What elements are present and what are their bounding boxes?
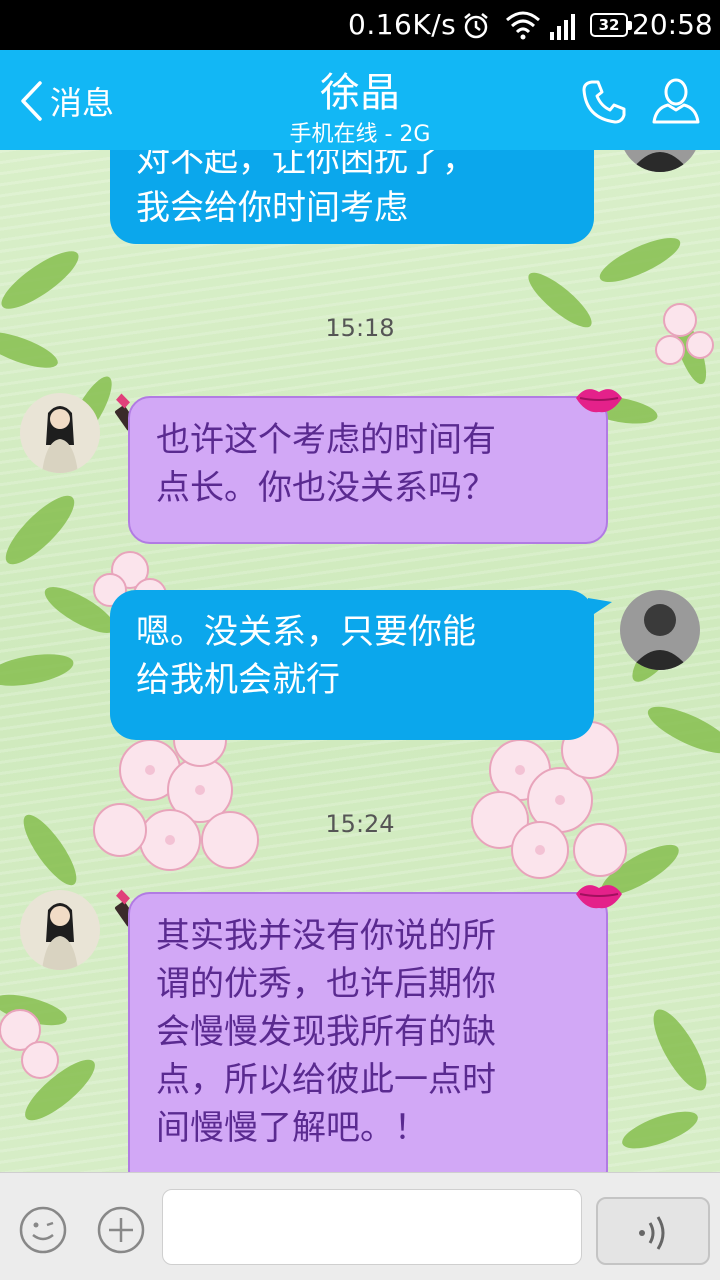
phone-icon[interactable] <box>578 76 630 128</box>
message-text: 对不起，让你困扰了， <box>136 150 476 180</box>
message-bubble-incoming[interactable]: 其实我并没有你说的所 谓的优秀，也许后期你 会慢慢发现我所有的缺 点，所以给彼此… <box>128 892 608 1172</box>
chat-header: 消息 徐晶 手机在线 - 2G <box>0 50 720 150</box>
message-text: 间慢慢了解吧。！ <box>156 1108 428 1148</box>
my-avatar[interactable] <box>620 590 700 670</box>
message-input[interactable] <box>162 1189 582 1265</box>
message-bubble-outgoing[interactable]: 对不起，让你困扰了， 我会给你时间考虑 <box>110 150 594 244</box>
message-bubble-incoming[interactable]: 也许这个考虑的时间有 点长。你也没关系吗？ <box>128 396 608 544</box>
message-timestamp: 15:24 <box>325 810 395 838</box>
bubble-tail <box>588 598 612 618</box>
status-bar: 0.16K/s 32 20:58 <box>0 0 720 50</box>
message-timestamp: 15:18 <box>325 314 395 342</box>
chat-area[interactable]: 对不起，让你困扰了， 我会给你时间考虑 15:18 也许这个考虑的时间有 点长。… <box>0 150 720 1172</box>
message-text: 谓的优秀，也许后期你 <box>156 964 496 1004</box>
input-bar <box>0 1172 720 1280</box>
clock: 20:58 <box>632 8 713 41</box>
emoji-icon[interactable] <box>18 1205 68 1255</box>
message-text: 会慢慢发现我所有的缺 <box>156 1012 496 1052</box>
network-speed: 0.16K/s <box>348 8 457 41</box>
lips-icon <box>576 885 622 909</box>
signal-icon <box>550 14 575 40</box>
alarm-icon <box>464 13 488 39</box>
profile-icon[interactable] <box>650 74 702 126</box>
contact-avatar[interactable] <box>20 393 100 473</box>
message-text: 给我机会就行 <box>136 660 340 700</box>
message-text: 也许这个考虑的时间有 <box>156 420 496 460</box>
message-text: 嗯。没关系，只要你能 <box>136 612 476 652</box>
message-bubble-outgoing[interactable]: 嗯。没关系，只要你能 给我机会就行 <box>110 590 594 740</box>
voice-icon <box>639 1216 665 1250</box>
lips-icon <box>576 389 622 413</box>
my-avatar[interactable] <box>620 150 700 172</box>
message-text: 我会给你时间考虑 <box>136 188 408 228</box>
battery-icon: 32 <box>590 13 632 37</box>
message-text: 点长。你也没关系吗？ <box>156 468 496 508</box>
message-text: 点，所以给彼此一点时 <box>156 1060 496 1100</box>
plus-icon[interactable] <box>96 1205 146 1255</box>
contact-avatar[interactable] <box>20 890 100 970</box>
message-text: 其实我并没有你说的所 <box>156 916 496 956</box>
wifi-icon <box>506 11 540 40</box>
voice-button[interactable] <box>596 1197 710 1265</box>
